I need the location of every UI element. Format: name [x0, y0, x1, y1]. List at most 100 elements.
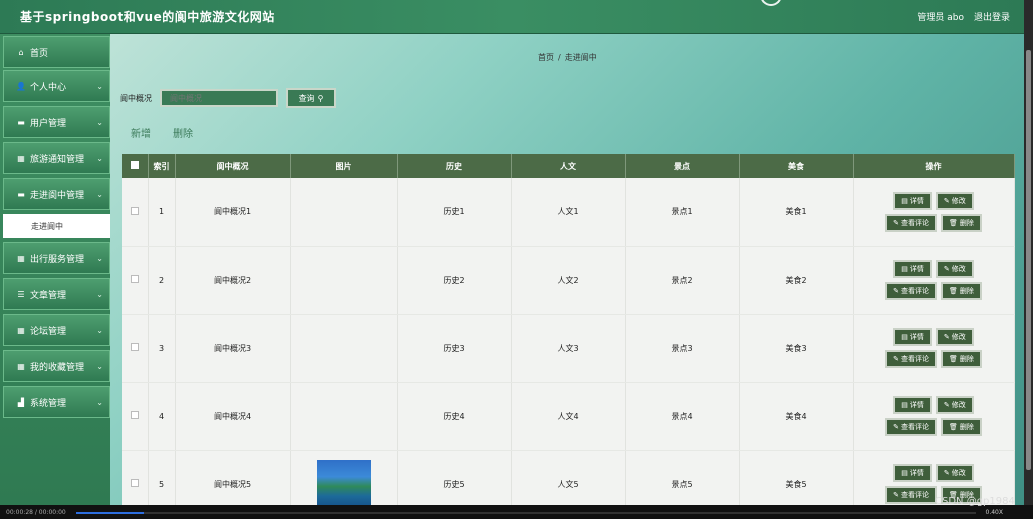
- sidebar-item-5[interactable]: ▦ 出行服务管理 ⌄: [3, 242, 110, 274]
- delete-button[interactable]: 删除: [173, 125, 193, 140]
- view-comments-button[interactable]: ✎ 查看评论: [885, 418, 937, 436]
- select-cell[interactable]: [122, 382, 149, 451]
- column-header: 阆中概况: [175, 154, 291, 178]
- row-overview: 阆中概况1: [213, 207, 252, 217]
- row-scenic: 景点1: [671, 207, 693, 217]
- list-icon: ☰: [17, 289, 25, 299]
- edit-button[interactable]: ✎ 修改: [935, 260, 974, 278]
- column-header: 操作: [853, 154, 1015, 178]
- edit-button[interactable]: ✎ 修改: [935, 191, 974, 210]
- monitor-icon: ▬: [17, 117, 25, 127]
- sidebar-item-8[interactable]: ▦ 我的收藏管理 ⌄: [3, 350, 110, 382]
- edit-label: 修改: [951, 333, 966, 341]
- row-checkbox[interactable]: [130, 275, 139, 283]
- detail-button[interactable]: ▤ 详情: [893, 396, 932, 414]
- row-food: 美食2: [785, 275, 807, 285]
- scrollbar-thumb[interactable]: [1026, 50, 1031, 470]
- select-cell[interactable]: [122, 178, 149, 247]
- sidebar-subitem-active[interactable]: 走进阆中: [3, 214, 110, 238]
- view-comments-button[interactable]: ✎ 查看评论: [885, 350, 937, 368]
- column-header: 美食: [739, 154, 854, 178]
- row-index: 4: [158, 411, 165, 421]
- search-button[interactable]: 查询 ⚲: [286, 88, 336, 108]
- sidebar-item-label: 用户管理: [30, 118, 67, 129]
- select-cell[interactable]: [122, 314, 149, 383]
- grid-icon: ▦: [17, 253, 25, 263]
- history-cell: 历史1: [397, 178, 512, 247]
- trash-icon: 🗑: [948, 355, 958, 363]
- logout-link[interactable]: 退出登录: [974, 10, 1010, 23]
- grid-icon: ▦: [17, 153, 25, 163]
- edit-button[interactable]: ✎ 修改: [935, 396, 974, 414]
- app-window: 基于springboot和vue的阆中旅游文化网站 管理员 abo 退出登录 ⌂…: [0, 0, 1024, 505]
- edit-button[interactable]: ✎ 修改: [935, 464, 974, 482]
- table-row: 4 阆中概况4 历史4 人文4 景点4 美食4 ▤ 详情 ✎ 修改 ✎ 查看评论 🗑 删除: [122, 382, 1015, 451]
- chevron-down-icon: ⌄: [96, 397, 103, 407]
- scrollbar[interactable]: [1024, 0, 1033, 505]
- row-checkbox[interactable]: [130, 206, 139, 215]
- sidebar-item-6[interactable]: ☰ 文章管理 ⌄: [3, 278, 110, 310]
- row-delete-button[interactable]: 🗑 删除: [940, 350, 982, 368]
- trash-icon: 🗑: [948, 423, 958, 431]
- image-cell: [290, 178, 398, 247]
- view-comments-button[interactable]: ✎ 查看评论: [885, 213, 937, 232]
- sidebar-item-9[interactable]: ▟ 系统管理 ⌄: [3, 386, 110, 418]
- add-button[interactable]: 新增: [131, 125, 151, 140]
- monitor-icon: ▬: [17, 189, 25, 199]
- view-comments-button[interactable]: ✎ 查看评论: [885, 486, 937, 504]
- detail-button[interactable]: ▤ 详情: [893, 328, 932, 346]
- sidebar-item-0[interactable]: ⌂ 首页: [3, 36, 110, 68]
- sidebar-item-3[interactable]: ▦ 旅游通知管理 ⌄: [3, 142, 110, 174]
- row-checkbox[interactable]: [130, 411, 139, 419]
- grid-icon: ▦: [17, 325, 25, 335]
- row-food: 美食5: [785, 479, 807, 489]
- edit-button[interactable]: ✎ 修改: [935, 328, 974, 346]
- breadcrumb-separator: /: [558, 53, 561, 62]
- column-header: 图片: [290, 154, 398, 178]
- row-overview: 阆中概况2: [213, 275, 252, 285]
- select-all-checkbox[interactable]: [130, 161, 139, 169]
- remove-label: 删除: [959, 355, 974, 363]
- sidebar-item-label: 我的收藏管理: [30, 362, 85, 373]
- select-cell[interactable]: [122, 246, 149, 315]
- history-cell: 历史3: [397, 314, 512, 383]
- row-checkbox[interactable]: [130, 479, 139, 487]
- row-food: 美食3: [785, 343, 807, 353]
- toolbar: 新增 删除: [131, 125, 193, 140]
- row-checkbox[interactable]: [130, 343, 139, 351]
- row-culture: 人文1: [557, 207, 579, 217]
- breadcrumb-home[interactable]: 首页: [538, 53, 554, 62]
- row-index: 5: [158, 479, 165, 489]
- sidebar-item-2[interactable]: ▬ 用户管理 ⌄: [3, 106, 110, 138]
- image-cell: [290, 314, 398, 383]
- row-scenic: 景点5: [671, 479, 693, 489]
- detail-button[interactable]: ▤ 详情: [893, 191, 932, 210]
- search-input[interactable]: [160, 89, 278, 107]
- table-row: 5 阆中概况5 历史5 人文5 景点5 美食5 ▤ 详情 ✎ 修改 ✎ 查看评论 🗑 删除: [122, 450, 1015, 505]
- row-delete-button[interactable]: 🗑 删除: [940, 418, 982, 436]
- player-track[interactable]: [76, 512, 976, 514]
- edit-icon: ✎: [943, 469, 950, 477]
- detail-button[interactable]: ▤ 详情: [893, 464, 932, 482]
- select-all-cell[interactable]: [122, 154, 149, 178]
- history-cell: 历史2: [397, 246, 512, 315]
- view-comments-button[interactable]: ✎ 查看评论: [885, 282, 937, 300]
- select-cell[interactable]: [122, 450, 149, 505]
- scenic-cell: 景点4: [625, 382, 740, 451]
- sidebar-item-4[interactable]: ▬ 走进阆中管理 ⌄: [3, 178, 110, 210]
- trash-icon: 🗑: [948, 218, 958, 227]
- detail-button[interactable]: ▤ 详情: [893, 260, 932, 278]
- search-button-label: 查询: [298, 93, 315, 103]
- current-user: 管理员 abo: [917, 13, 964, 23]
- row-delete-button[interactable]: 🗑 删除: [940, 282, 982, 300]
- column-header: 索引: [148, 154, 176, 178]
- sidebar-item-1[interactable]: 👤 个人中心 ⌄: [3, 70, 110, 102]
- search-label: 阆中概况: [120, 93, 152, 103]
- row-index: 1: [158, 207, 165, 217]
- trash-icon: 🗑: [948, 287, 958, 295]
- row-delete-button[interactable]: 🗑 删除: [940, 213, 982, 232]
- player-zoom[interactable]: 0.40X: [986, 509, 1003, 516]
- edit-icon: ✎: [893, 355, 899, 363]
- sidebar-item-7[interactable]: ▦ 论坛管理 ⌄: [3, 314, 110, 346]
- top-header: 基于springboot和vue的阆中旅游文化网站 管理员 abo 退出登录: [0, 0, 1024, 34]
